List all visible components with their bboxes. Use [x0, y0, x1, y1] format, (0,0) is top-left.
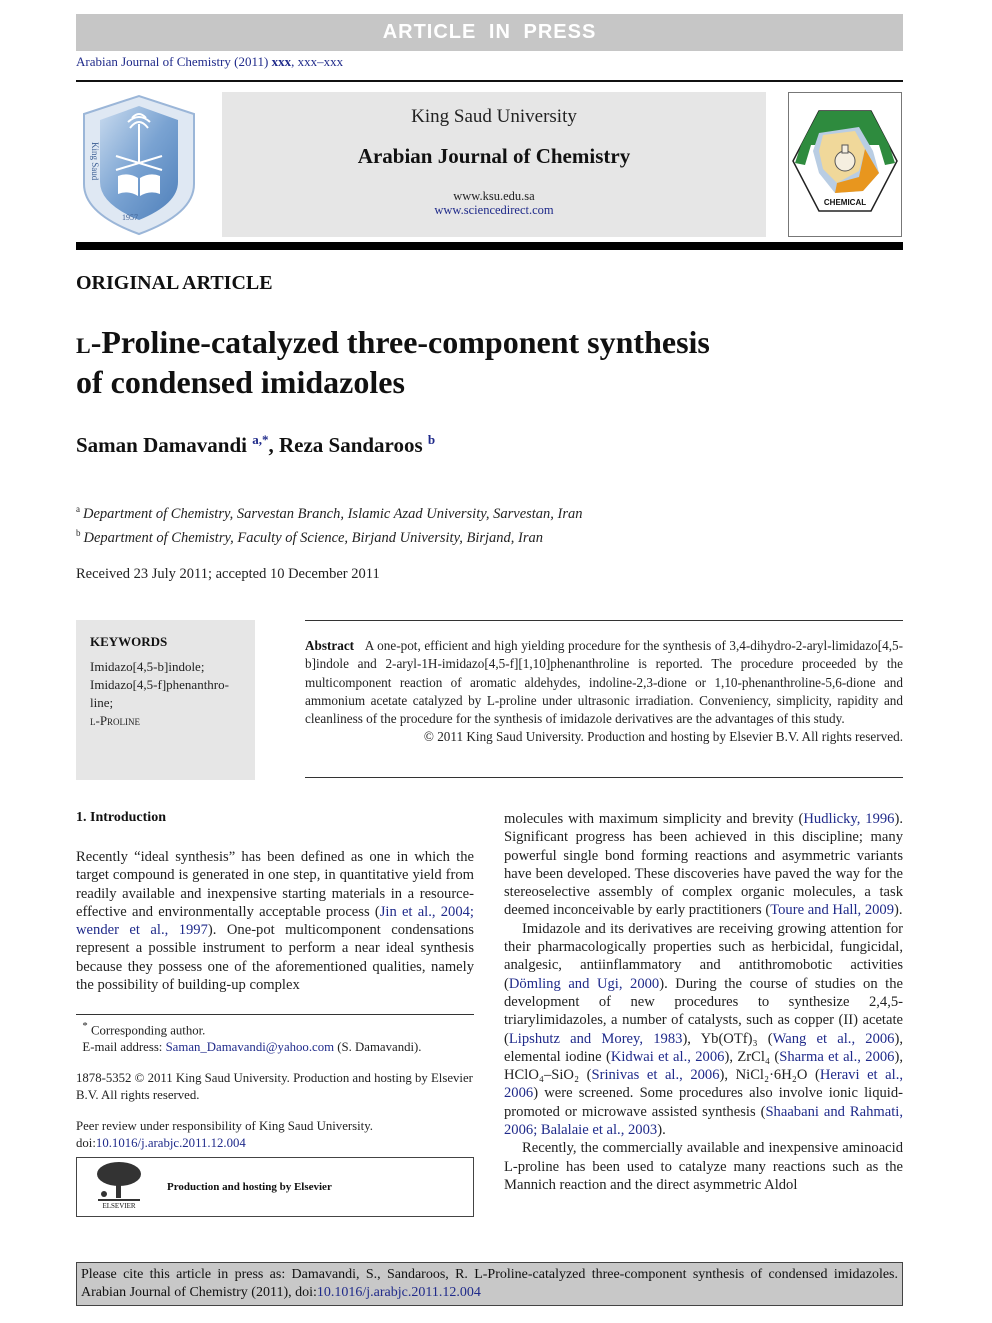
issn-copyright: 1878-5352 © 2011 King Saud University. P… — [76, 1071, 473, 1103]
body-paragraph: Recently, the commercially available and… — [504, 1140, 903, 1193]
keyword-item: Imidazo[4,5-b]indole; — [90, 659, 205, 674]
sciencedirect-url-link[interactable]: www.sciencedirect.com — [222, 203, 766, 217]
abstract: Abstract A one-pot, efficient and high y… — [305, 637, 903, 747]
elsevier-hosting-box: ELSEVIER Production and hosting by Elsev… — [76, 1157, 474, 1217]
body-paragraph: Imidazole and its derivatives are receiv… — [504, 920, 903, 1140]
citation-link[interactable]: Sharma et al., 2006 — [779, 1049, 894, 1065]
title-line1: -Proline-catalyzed three-component synth… — [90, 324, 710, 360]
section-heading: 1. Introduction — [76, 810, 166, 825]
paragraph-text: ). — [894, 902, 903, 919]
body-paragraph: molecules with maximum simplicity and br… — [504, 810, 903, 920]
citation-link[interactable]: Wang et al., 2006 — [773, 1031, 895, 1047]
article-type: ORIGINAL ARTICLE — [76, 272, 273, 294]
journal-ref-volume: xxx — [271, 54, 292, 69]
journal-reference: Arabian Journal of Chemistry (2011) xxx,… — [76, 54, 343, 70]
elsevier-logo-text: ELSEVIER — [102, 1202, 136, 1210]
footnote-mark: * — [82, 1021, 88, 1032]
footnote-rule — [76, 1014, 474, 1015]
email-link[interactable]: Saman_Damavandi@yahoo.com — [166, 1040, 335, 1054]
author-list: Saman Damavandi a,*, Reza Sandaroos b — [76, 432, 436, 457]
elsevier-hosting-label: Production and hosting by Elsevier — [167, 1181, 332, 1193]
citation-link[interactable]: Toure and Hall, 2009 — [770, 902, 894, 918]
elsevier-tree-logo-icon: ELSEVIER — [89, 1160, 149, 1214]
citation-link[interactable]: Kidwai et al., 2006 — [611, 1049, 725, 1065]
abstract-copyright: © 2011 King Saud University. Production … — [423, 729, 903, 745]
journal-ref-prefix: Arabian Journal of Chemistry (2011) — [76, 54, 272, 69]
paragraph-text: molecules with maximum simplicity and br… — [504, 811, 804, 827]
keyword-item: line; — [90, 695, 114, 710]
corresponding-author-note: * Corresponding author. E-mail address: … — [76, 1018, 474, 1056]
paragraph-text: ), NiCl₂·6H₂O ( — [719, 1067, 820, 1084]
citation-link[interactable]: Hudlicky, 1996 — [803, 811, 894, 827]
author-affiliation-link[interactable]: a,* — [252, 432, 268, 447]
citation-link[interactable]: Srinivas et al., 2006 — [591, 1067, 719, 1083]
body-column-right: molecules with maximum simplicity and br… — [504, 810, 903, 1194]
body-paragraph: Recently “ideal synthesis” has been defi… — [76, 848, 474, 994]
author-affiliation-link[interactable]: b — [428, 432, 435, 447]
citation-notice: Please cite this article in press as: Da… — [76, 1262, 903, 1306]
affiliation-mark: a — [76, 504, 80, 514]
affiliation-text: Department of Chemistry, Sarvestan Branc… — [83, 505, 583, 522]
top-rule — [76, 80, 903, 82]
university-name: King Saud University — [411, 106, 577, 127]
title-line2: of condensed imidazoles — [76, 364, 405, 400]
citation-doi-link[interactable]: 10.1016/j.arabjc.2011.12.004 — [317, 1285, 481, 1300]
citation-link[interactable]: Lipshutz and Morey, 1983 — [509, 1031, 683, 1047]
affiliation-item: a Department of Chemistry, Sarvestan Bran… — [76, 500, 583, 524]
article-in-press-banner: ARTICLE IN PRESS — [76, 14, 903, 51]
affiliations: a Department of Chemistry, Sarvestan Bran… — [76, 500, 583, 548]
doi-label: doi: — [76, 1136, 96, 1151]
affiliation-text: Department of Chemistry, Faculty of Scie… — [83, 529, 544, 546]
author-name: Reza Sandaroos — [278, 433, 423, 457]
king-saud-university-logo-icon: King Saud 1957 — [76, 92, 202, 238]
svg-text:King Saud: King Saud — [90, 142, 100, 181]
article-title: l-Proline-catalyzed three-component synt… — [76, 322, 836, 402]
journal-name: Arabian Journal of Chemistry — [357, 144, 631, 168]
keywords-heading: KEYWORDS — [90, 634, 168, 649]
abstract-rule-bottom — [305, 777, 903, 778]
footnotes: * Corresponding author. E-mail address: … — [76, 1018, 474, 1152]
saudi-chemical-society-logo-icon: CHEMICAL — [788, 92, 902, 237]
abstract-label: Abstract — [305, 638, 355, 653]
keywords-box: KEYWORDS Imidazo[4,5-b]indole; Imidazo[4… — [76, 620, 255, 780]
ksu-url-link[interactable]: www.ksu.edu.sa — [222, 189, 766, 203]
header-thick-rule — [76, 242, 903, 250]
doi-link[interactable]: 10.1016/j.arabjc.2011.12.004 — [96, 1136, 246, 1150]
journal-header: King Saud University Arabian Journal of … — [222, 92, 766, 237]
keyword-item: l-Proline — [90, 713, 141, 728]
paragraph-text: ), Yb(OTf)₃ ( — [682, 1030, 773, 1047]
title-prefix: l — [76, 324, 91, 360]
paragraph-text: ). — [657, 1122, 666, 1139]
citation-link[interactable]: Dömling and Ugi, 2000 — [509, 976, 659, 992]
affiliation-item: b Department of Chemistry, Faculty of Sci… — [76, 524, 583, 548]
svg-text:1957: 1957 — [122, 213, 138, 222]
email-label: E-mail address: — [82, 1040, 166, 1055]
affiliation-mark: b — [76, 527, 81, 538]
peer-review-note: Peer review under responsibility of King… — [76, 1119, 373, 1134]
abstract-rule-top — [305, 620, 903, 621]
email-suffix: (S. Damavandi). — [334, 1040, 422, 1055]
citation-text: Please cite this article in press as: Da… — [81, 1267, 898, 1300]
paragraph-text: ), ZrCl₄ ( — [724, 1048, 780, 1065]
svg-text:CHEMICAL: CHEMICAL — [824, 198, 866, 207]
abstract-text: A one-pot, efficient and high yielding p… — [305, 638, 903, 727]
received-dates: Received 23 July 2011; accepted 10 Decem… — [76, 566, 380, 582]
doi-line: doi:10.1016/j.arabjc.2011.12.004 — [76, 1135, 474, 1152]
author-name: Saman Damavandi — [76, 433, 247, 457]
corresponding-label: Corresponding author. — [90, 1023, 206, 1038]
banner-text: ARTICLE IN PRESS — [382, 21, 597, 43]
keyword-item: Imidazo[4,5-f]phenanthro- — [90, 677, 229, 692]
body-column-left: 1. Introduction Recently “ideal synthesi… — [76, 810, 474, 994]
journal-ref-pages: , xxx–xxx — [291, 54, 344, 69]
